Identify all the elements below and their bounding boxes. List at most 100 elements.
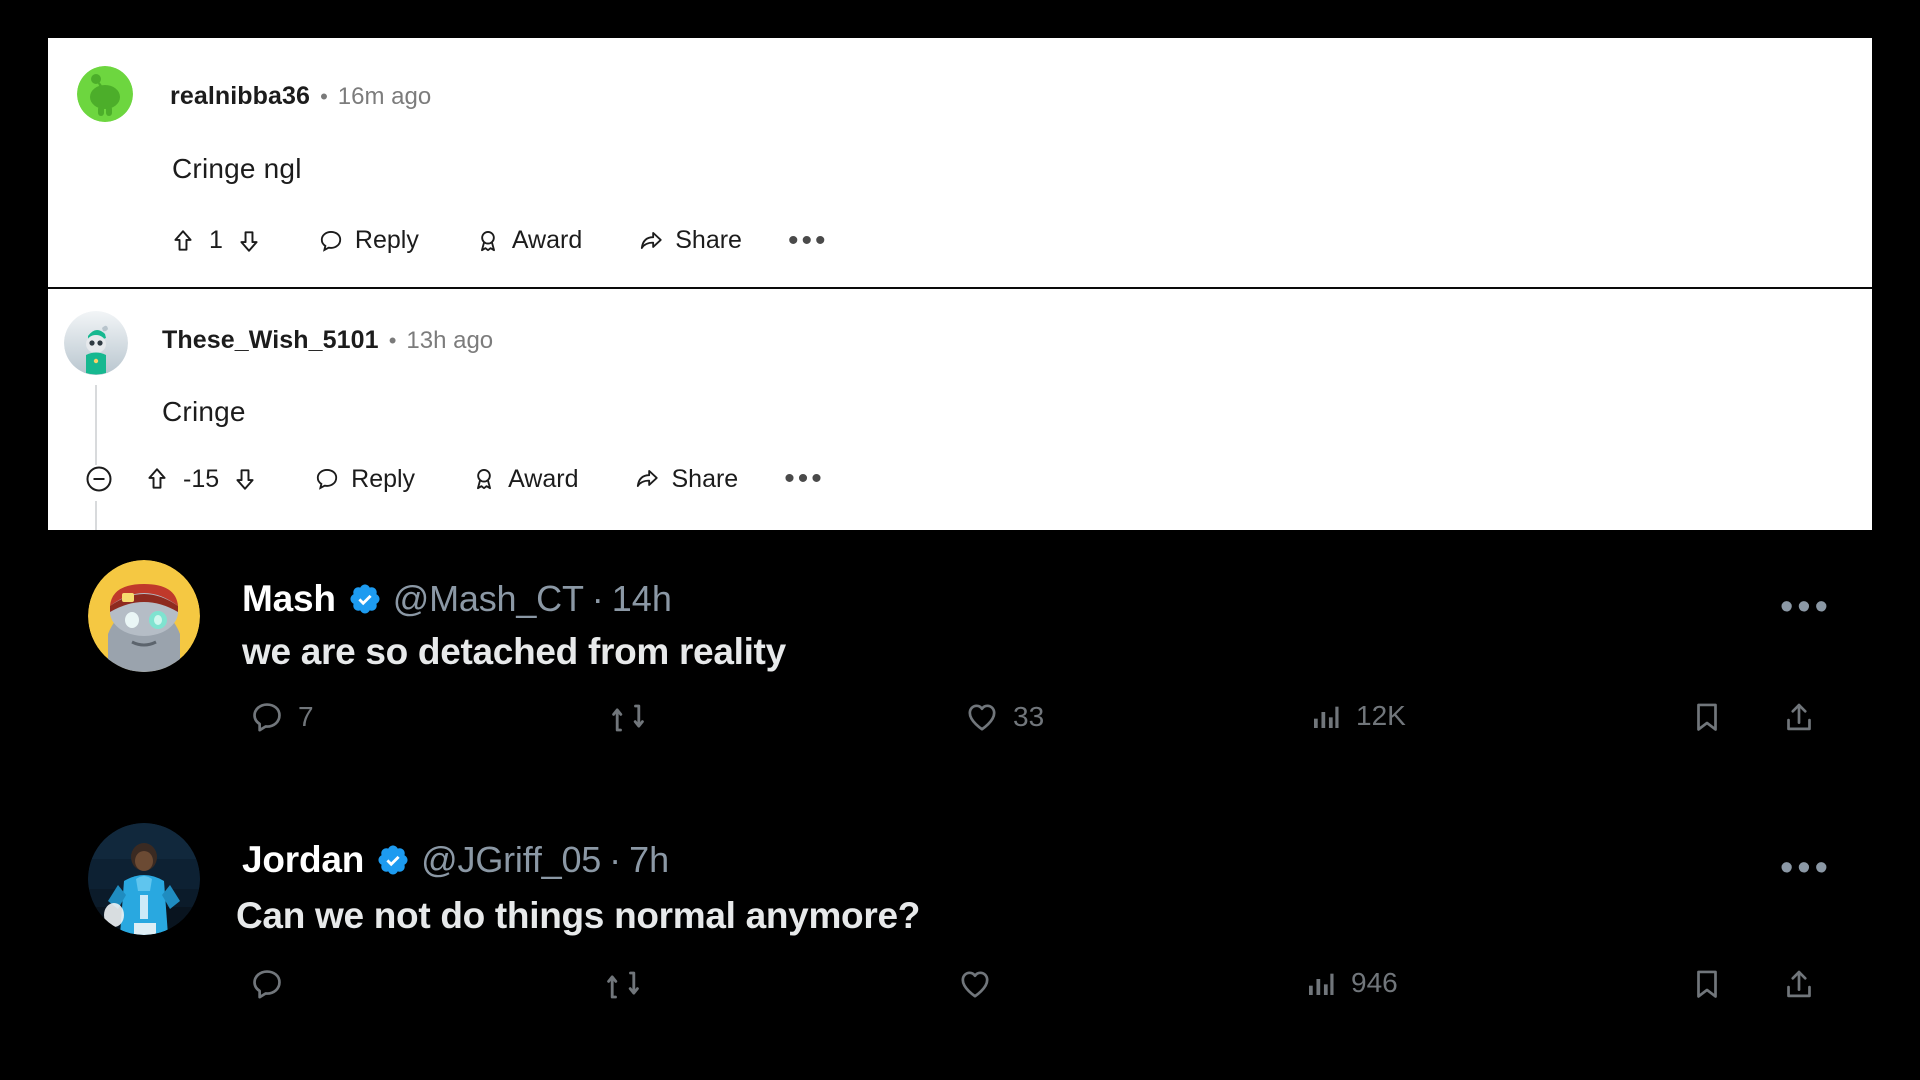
retweet-icon [605,967,641,1003]
collapse-thread-button[interactable] [84,464,114,494]
upvote-icon[interactable] [144,466,170,492]
avatar[interactable] [88,823,200,935]
separator-dot: • [320,83,328,109]
share-upload-icon [1782,967,1816,1001]
award-ribbon-icon [475,228,501,254]
more-options-button[interactable]: ••• [1780,588,1832,626]
comment-body: Cringe ngl [172,153,302,184]
share-label: Share [671,464,739,493]
reddit-comment: realnibba36 • 16m ago Cringe ngl 1 Reply… [48,38,1872,289]
comment-header: realnibba36 • 16m ago [170,82,431,111]
reply-count: 7 [298,701,314,732]
award-label: Award [511,226,583,254]
vote-group: 1 [170,226,262,255]
comment-bubble-icon [250,967,284,1001]
reply-button[interactable]: Reply [318,226,419,255]
tweet-handle[interactable]: @Mash_CT [393,578,584,620]
comment-username[interactable]: These_Wish_5101 [162,326,379,355]
reply-label: Reply [354,226,419,254]
tweet-engagement-bar: 946 [0,967,1920,1027]
tweet-timestamp[interactable]: 14h [612,578,672,620]
thread-collapse-line[interactable] [95,385,97,465]
heart-icon [958,967,992,1001]
comment-body: Cringe [162,396,246,427]
views-count: 946 [1351,967,1398,998]
comment-bubble-icon [314,466,340,492]
views-button[interactable]: 12K [1310,700,1406,732]
tweet: Mash @Mash_CT · 14h ••• we are so detach… [0,530,1920,795]
avatar[interactable] [64,311,128,375]
bookmark-icon [1690,700,1724,734]
bookmark-button[interactable] [1690,700,1724,734]
downvote-icon[interactable] [232,466,258,492]
reddit-comment-thread: realnibba36 • 16m ago Cringe ngl 1 Reply… [48,38,1872,531]
retweet-button[interactable] [610,700,660,736]
reply-button[interactable]: 7 [250,700,314,734]
views-button[interactable]: 946 [1305,967,1398,999]
more-options-button[interactable]: ••• [784,464,825,494]
bookmark-icon [1690,967,1724,1001]
share-upload-icon [1782,700,1816,734]
award-ribbon-icon [471,466,497,492]
vote-group: -15 [144,465,258,494]
heart-icon [965,700,999,734]
screenshot-root: realnibba36 • 16m ago Cringe ngl 1 Reply… [0,0,1920,1080]
reply-label: Reply [351,464,416,493]
comment-actions: 1 Reply Award Share ••• [170,225,829,255]
tweet-text: Can we not do things normal anymore? [236,895,921,936]
verified-badge-icon[interactable] [376,843,410,877]
separator-dot: · [609,839,622,880]
share-button[interactable] [1782,700,1816,734]
analytics-bar-chart-icon [1310,700,1342,732]
more-options-button[interactable]: ••• [788,225,829,255]
tweet-timestamp[interactable]: 7h [629,839,669,881]
downvote-icon[interactable] [236,228,262,254]
tweet-header: Mash @Mash_CT · 14h [242,578,672,620]
verified-badge-icon[interactable] [348,582,382,616]
retweet-button[interactable] [605,967,655,1003]
thread-line-bottom [95,501,97,531]
views-count: 12K [1356,700,1406,731]
share-arrow-icon [634,466,660,492]
reply-button[interactable]: Reply [314,465,415,494]
reply-button[interactable] [250,967,298,1001]
like-button[interactable]: 33 [965,700,1044,734]
vote-score: -15 [183,464,220,493]
upvote-icon[interactable] [170,228,196,254]
separator-dot: · [591,578,604,619]
share-arrow-icon [638,228,664,254]
tweet-display-name[interactable]: Mash [242,578,336,620]
tweet: Jordan @JGriff_05 · 7h ••• Can we not do… [0,795,1920,1080]
like-button[interactable] [958,967,1006,1001]
share-label: Share [675,226,742,254]
avatar[interactable] [77,66,133,122]
vote-score: 1 [209,226,223,254]
avatar[interactable] [88,560,200,672]
retweet-icon [610,700,646,736]
like-count: 33 [1013,701,1045,732]
comment-actions: -15 Reply Award Share ••• [84,464,825,494]
tweet-display-name[interactable]: Jordan [242,839,364,881]
comment-bubble-icon [250,700,284,734]
analytics-bar-chart-icon [1305,967,1337,999]
comment-bubble-icon [318,228,344,254]
share-button[interactable]: Share [638,226,742,255]
share-button[interactable]: Share [634,465,738,494]
award-button[interactable]: Award [471,465,578,494]
award-label: Award [508,464,579,493]
tweet-header: Jordan @JGriff_05 · 7h [242,839,669,881]
tweet-engagement-bar: 7 33 12K [0,700,1920,760]
share-button[interactable] [1782,967,1816,1001]
reddit-comment: These_Wish_5101 • 13h ago Cringe -15 Rep… [48,289,1872,531]
bookmark-button[interactable] [1690,967,1724,1001]
tweet-text: we are so detached from reality [242,631,786,672]
tweet-handle[interactable]: @JGriff_05 [421,839,601,881]
comment-username[interactable]: realnibba36 [170,82,310,111]
award-button[interactable]: Award [475,226,582,255]
comment-header: These_Wish_5101 • 13h ago [162,326,493,355]
comment-timestamp: 16m ago [337,82,432,110]
twitter-feed: Mash @Mash_CT · 14h ••• we are so detach… [0,530,1920,1080]
more-options-button[interactable]: ••• [1780,849,1832,887]
separator-dot: • [388,327,397,353]
comment-timestamp: 13h ago [406,326,494,354]
